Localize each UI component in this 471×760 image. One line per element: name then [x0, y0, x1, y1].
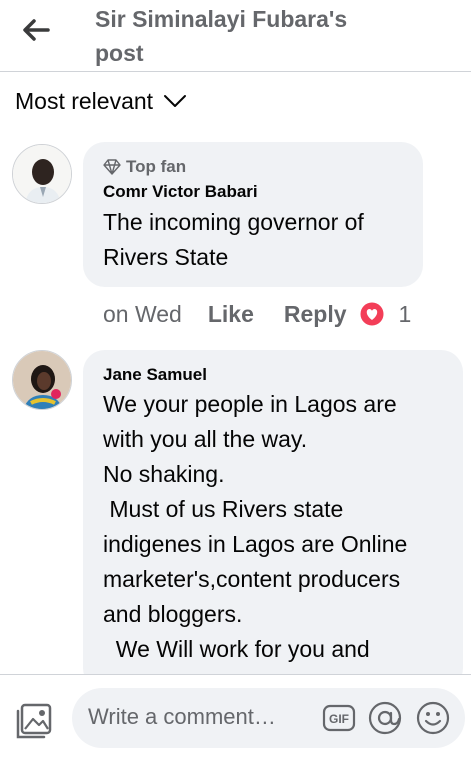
avatar[interactable]: [12, 144, 72, 204]
mention-icon[interactable]: [368, 701, 402, 735]
emoji-icon[interactable]: [416, 701, 450, 735]
avatar[interactable]: [12, 350, 72, 410]
like-button[interactable]: Like: [208, 301, 254, 328]
gif-icon[interactable]: GIF: [322, 704, 356, 732]
reaction-count[interactable]: 1: [399, 301, 412, 328]
chevron-down-icon: [163, 94, 187, 108]
photo-icon[interactable]: [14, 701, 54, 741]
comment-placeholder: Write a comment…: [88, 704, 276, 729]
sort-dropdown[interactable]: Most relevant: [15, 84, 187, 118]
comment-timestamp[interactable]: on Wed: [103, 301, 182, 328]
comment-actions: on Wed Like Reply 1: [103, 296, 411, 332]
reply-button[interactable]: Reply: [284, 301, 347, 328]
diamond-icon: [103, 159, 121, 175]
comment-bubble[interactable]: Jane Samuel We your people in Lagos are …: [83, 350, 463, 690]
comment-composer: Write a comment… GIF: [0, 674, 471, 760]
comment-text: We your people in Lagos are with you all…: [103, 391, 408, 662]
comment-author[interactable]: Comr Victor Babari: [103, 181, 258, 203]
gif-label: GIF: [329, 712, 349, 726]
comment-text: The incoming governor of Rivers State: [103, 209, 364, 270]
back-arrow-icon[interactable]: [16, 14, 56, 46]
love-reaction-icon[interactable]: [359, 301, 385, 327]
sort-label: Most relevant: [15, 87, 154, 114]
badge-label: Top fan: [126, 157, 187, 176]
comment-bubble[interactable]: Top fan Comr Victor Babari The incoming …: [83, 142, 423, 287]
comment-author[interactable]: Jane Samuel: [103, 364, 207, 386]
top-fan-badge: Top fan: [103, 156, 186, 178]
page-title: Sir Siminalayi Fubara's post: [95, 6, 348, 66]
post-header: Sir Siminalayi Fubara's post: [0, 0, 471, 72]
comment-input[interactable]: Write a comment… GIF: [72, 688, 465, 748]
